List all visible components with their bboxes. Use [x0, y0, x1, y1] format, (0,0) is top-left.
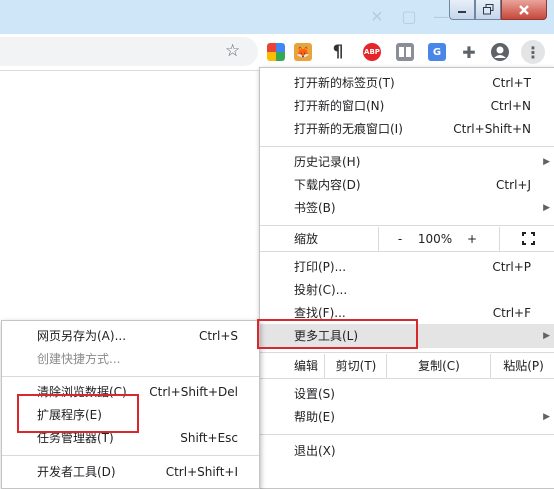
minimize-icon	[458, 10, 466, 13]
menu-separator	[260, 146, 554, 147]
menu-cast[interactable]: 投射(C)...	[260, 279, 554, 302]
submenu-arrow-icon: ▶	[543, 412, 550, 422]
menu-item-label: 下载内容(D)	[294, 178, 361, 192]
zoom-minus: -	[397, 232, 403, 246]
paste-button[interactable]: 粘贴(P)	[490, 354, 554, 378]
zoom-label: 缩放	[294, 232, 319, 246]
fullscreen-button[interactable]	[499, 227, 554, 251]
menu-bookmarks[interactable]: 书签(B) ▶	[260, 197, 554, 220]
menu-new-incognito[interactable]: 打开新的无痕窗口(I) Ctrl+Shift+N	[260, 118, 554, 141]
menu-item-label: 投射(C)...	[294, 283, 348, 297]
menu-item-shortcut: Ctrl+S	[198, 329, 238, 343]
menu-item-shortcut: Ctrl+N	[490, 99, 531, 113]
cut-button[interactable]: 剪切(T)	[324, 354, 387, 378]
close-icon	[519, 4, 529, 15]
menu-separator	[2, 455, 259, 456]
fox-extension-icon[interactable]: 🦊	[294, 43, 312, 61]
menu-new-tab[interactable]: 打开新的标签页(T) Ctrl+T	[260, 72, 554, 95]
menu-item-label: 历史记录(H)	[294, 155, 361, 169]
menu-settings[interactable]: 设置(S)	[260, 383, 554, 406]
menu-separator	[260, 352, 554, 353]
menu-item-label: 书签(B)	[294, 201, 336, 215]
grid-glyph	[399, 47, 411, 57]
copy-label: 复制(C)	[418, 359, 460, 373]
menu-edit-row: 编辑 剪切(T) 复制(C) 粘贴(P)	[260, 354, 554, 378]
menu-new-window[interactable]: 打开新的窗口(N) Ctrl+N	[260, 95, 554, 118]
menu-item-shortcut: Ctrl+Shift+Del	[149, 385, 238, 399]
menu-item-shortcut: Ctrl+F	[492, 306, 531, 320]
submenu-arrow-icon: ▶	[543, 157, 550, 167]
paragraph-icon[interactable]: ¶	[329, 42, 347, 62]
menu-item-label: 开发者工具(D)	[37, 465, 116, 479]
menu-item-label: 帮助(E)	[294, 410, 335, 424]
submenu-save-page[interactable]: 网页另存为(A)... Ctrl+S	[2, 325, 259, 348]
submenu-dev-tools[interactable]: 开发者工具(D) Ctrl+Shift+I	[2, 461, 259, 484]
cut-label: 剪切(T)	[335, 359, 377, 373]
fullscreen-icon	[521, 232, 535, 245]
menu-item-shortcut: Ctrl+J	[496, 178, 531, 192]
menu-item-shortcut: Ctrl+Shift+I	[165, 465, 238, 479]
google-translate-icon[interactable]: G	[428, 43, 446, 61]
menu-item-shortcut: Ctrl+Shift+N	[453, 122, 531, 136]
zoom-plus: +	[466, 232, 478, 246]
ghost-icon: ▢	[401, 7, 417, 26]
menu-separator	[260, 251, 554, 252]
ghost-icon: ✕	[370, 7, 384, 26]
person-glyph	[494, 46, 506, 58]
menu-separator	[260, 225, 554, 226]
zoom-value: 100%	[417, 232, 453, 246]
menu-item-label: 打印(P)...	[294, 260, 347, 274]
menu-item-label: 打开新的标签页(T)	[294, 76, 395, 90]
profile-avatar-icon[interactable]	[491, 43, 509, 61]
menu-item-label: 创建快捷方式...	[37, 352, 121, 366]
restore-icon	[482, 4, 493, 15]
menu-separator	[260, 378, 554, 379]
menu-item-shortcut: Shift+Esc	[180, 431, 238, 445]
window-titlebar: ✕ ▢ —	[0, 0, 554, 34]
menu-separator	[260, 434, 554, 435]
menu-item-label: 退出(X)	[294, 444, 336, 458]
bookmark-star-icon[interactable]: ☆	[225, 43, 240, 60]
menu-item-label: 打开新的窗口(N)	[294, 99, 385, 113]
copy-button[interactable]: 复制(C)	[386, 354, 491, 378]
menu-item-shortcut: Ctrl+T	[492, 76, 531, 90]
tab-grid-icon[interactable]	[396, 43, 414, 61]
menu-item-label: 设置(S)	[294, 387, 335, 401]
ghost-icon: —	[433, 7, 449, 26]
browser-toolbar: ☆ 🦊 ¶ ABP G ✚ ⋮	[0, 34, 554, 71]
menu-separator	[2, 376, 259, 377]
menu-downloads[interactable]: 下载内容(D) Ctrl+J	[260, 174, 554, 197]
submenu-create-shortcut: 创建快捷方式...	[2, 348, 259, 371]
address-bar[interactable]: ☆	[0, 37, 258, 66]
highlight-box-more-tools	[257, 319, 418, 349]
menu-exit[interactable]: 退出(X)	[260, 440, 554, 463]
more-menu-icon[interactable]: ⋮	[521, 40, 545, 64]
minimize-button[interactable]	[449, 0, 475, 20]
restore-button[interactable]	[475, 0, 501, 20]
zoom-in-button[interactable]: +	[460, 227, 484, 251]
close-window-button[interactable]	[501, 0, 547, 20]
menu-zoom-row: 缩放 - 100% +	[260, 227, 554, 251]
extensions-puzzle-icon[interactable]: ✚	[460, 43, 478, 62]
menu-history[interactable]: 历史记录(H) ▶	[260, 151, 554, 174]
abp-text: ABP	[364, 48, 380, 56]
highlight-box-extensions	[17, 394, 139, 433]
paste-label: 粘贴(P)	[503, 359, 544, 373]
menu-print[interactable]: 打印(P)... Ctrl+P	[260, 256, 554, 279]
submenu-arrow-icon: ▶	[543, 203, 550, 213]
menu-item-shortcut: Ctrl+P	[492, 260, 531, 274]
submenu-arrow-icon: ▶	[543, 331, 550, 341]
menu-item-label: 网页另存为(A)...	[37, 329, 127, 343]
adblock-plus-icon[interactable]: ABP	[363, 43, 381, 61]
edit-label: 编辑	[294, 359, 319, 373]
google-earth-icon[interactable]	[267, 43, 285, 61]
menu-help[interactable]: 帮助(E) ▶	[260, 406, 554, 429]
chrome-main-menu: 打开新的标签页(T) Ctrl+T 打开新的窗口(N) Ctrl+N 打开新的无…	[259, 67, 554, 489]
menu-item-label: 打开新的无痕窗口(I)	[294, 122, 403, 136]
